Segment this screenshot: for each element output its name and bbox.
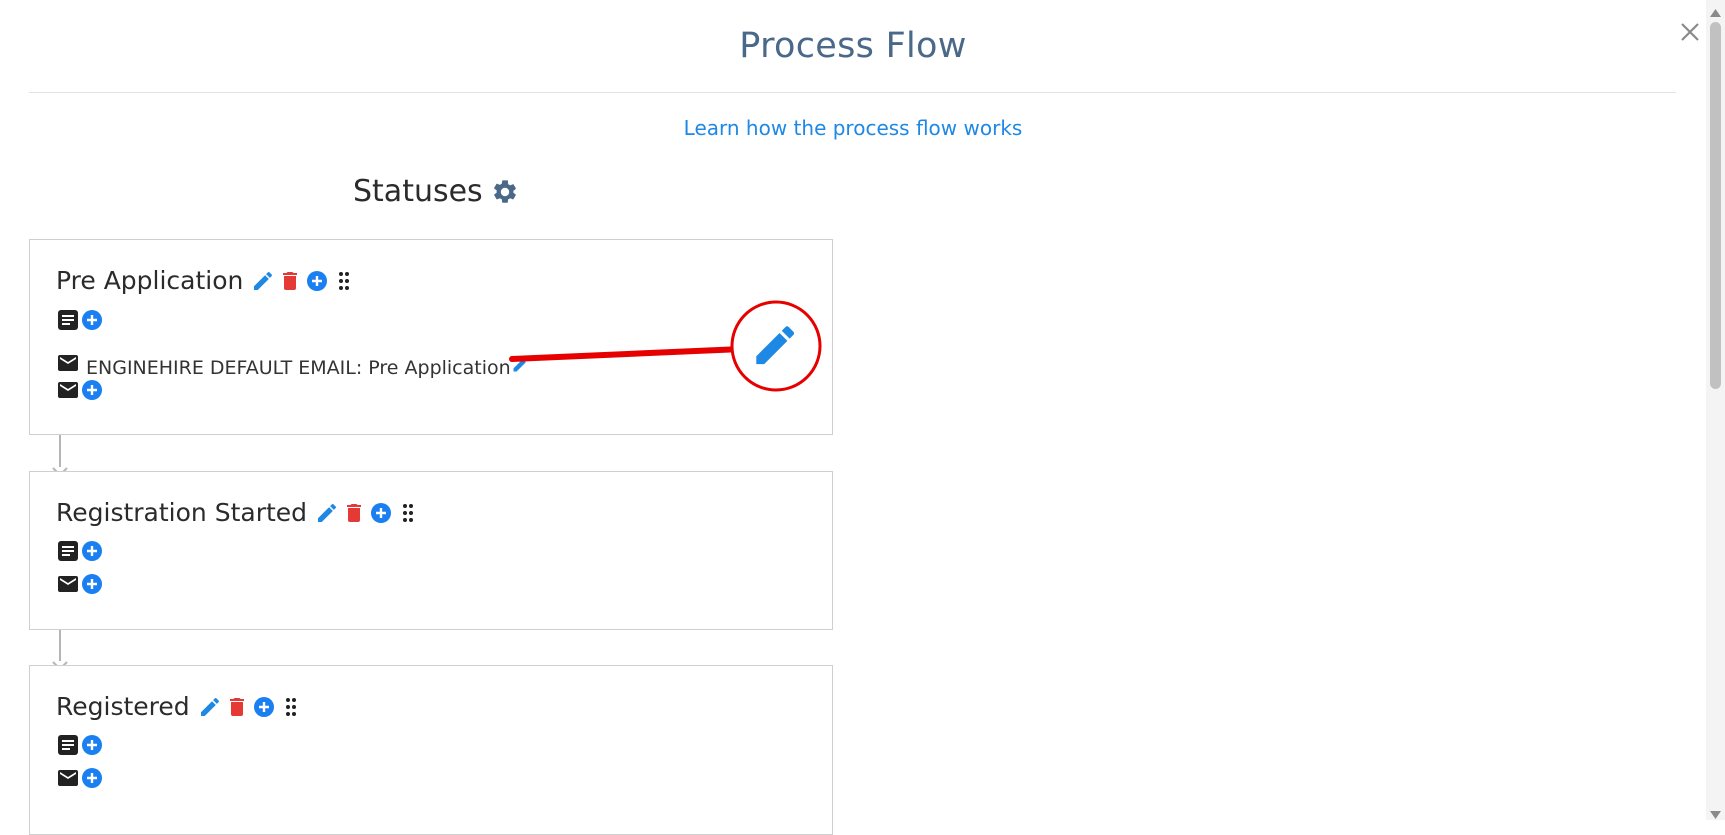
pencil-icon[interactable] bbox=[315, 501, 339, 525]
add-email-icon[interactable] bbox=[80, 572, 104, 596]
title-divider bbox=[29, 92, 1676, 93]
trash-icon[interactable] bbox=[342, 501, 366, 525]
forms-row bbox=[56, 733, 104, 757]
email-entry-label: ENGINEHIRE DEFAULT EMAIL: Pre Applicatio… bbox=[86, 357, 511, 379]
document-icon bbox=[56, 539, 80, 563]
add-form-icon[interactable] bbox=[80, 733, 104, 757]
mail-icon bbox=[56, 572, 80, 596]
add-form-icon[interactable] bbox=[80, 308, 104, 332]
emails-row bbox=[56, 766, 104, 790]
pencil-icon[interactable] bbox=[251, 269, 275, 293]
scrollbar-thumb[interactable] bbox=[1710, 22, 1721, 389]
trash-icon[interactable] bbox=[278, 269, 302, 293]
page-title: Process Flow bbox=[739, 26, 967, 66]
drag-handle-icon[interactable] bbox=[396, 501, 420, 525]
forms-row bbox=[56, 539, 104, 563]
status-name: Pre Application bbox=[56, 266, 244, 295]
statuses-heading: Statuses bbox=[353, 174, 522, 209]
drag-handle-icon[interactable] bbox=[332, 269, 356, 293]
scroll-down-icon[interactable] bbox=[1710, 805, 1721, 819]
drag-handle-icon[interactable] bbox=[279, 695, 303, 719]
statuses-heading-label: Statuses bbox=[353, 174, 483, 209]
mail-icon bbox=[56, 766, 80, 790]
status-name: Registered bbox=[56, 692, 190, 721]
status-name: Registration Started bbox=[56, 498, 308, 527]
forms-row bbox=[56, 308, 104, 332]
add-circle-icon[interactable] bbox=[369, 501, 393, 525]
add-circle-icon[interactable] bbox=[305, 269, 329, 293]
status-card-header: Registration Started bbox=[56, 498, 423, 527]
add-email-icon[interactable] bbox=[80, 766, 104, 790]
document-icon bbox=[56, 308, 80, 332]
mail-icon bbox=[56, 378, 80, 402]
email-entry: ENGINEHIRE DEFAULT EMAIL: Pre Applicatio… bbox=[56, 347, 531, 379]
document-icon bbox=[56, 733, 80, 757]
emails-row bbox=[56, 572, 104, 596]
emails-row bbox=[56, 378, 104, 402]
trash-icon[interactable] bbox=[225, 695, 249, 719]
status-card-registration-started: Registration Started bbox=[29, 471, 833, 630]
status-card-registered: Registered bbox=[29, 665, 833, 835]
mail-icon bbox=[56, 351, 80, 375]
status-card-pre-application: Pre Application ENGINEHIRE DEFAULT EMAIL… bbox=[29, 239, 833, 435]
pencil-icon[interactable] bbox=[198, 695, 222, 719]
scroll-up-icon[interactable] bbox=[1710, 3, 1721, 17]
add-circle-icon[interactable] bbox=[252, 695, 276, 719]
edit-email-pencil-icon[interactable] bbox=[511, 354, 531, 374]
vertical-scrollbar[interactable] bbox=[1706, 0, 1725, 820]
add-form-icon[interactable] bbox=[80, 539, 104, 563]
learn-process-flow-link[interactable]: Learn how the process flow works bbox=[0, 116, 1706, 140]
status-card-header: Registered bbox=[56, 692, 306, 721]
gear-icon[interactable] bbox=[491, 178, 519, 206]
process-flow-modal: Process Flow Learn how the process flow … bbox=[0, 0, 1706, 835]
status-card-header: Pre Application bbox=[56, 266, 359, 295]
add-email-icon[interactable] bbox=[80, 378, 104, 402]
